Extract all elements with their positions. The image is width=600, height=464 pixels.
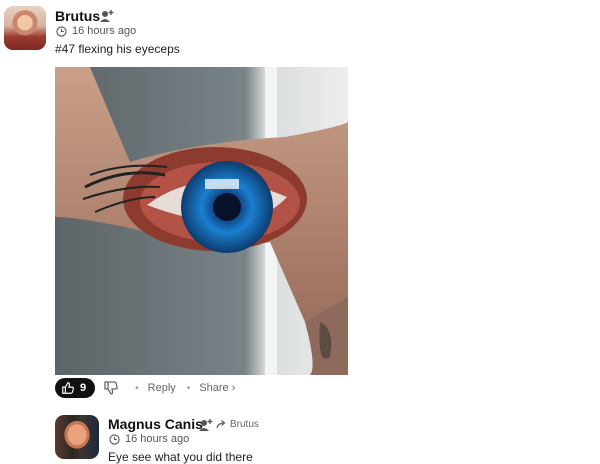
like-count: 9 [80,382,87,394]
post-timestamp-text: 16 hours ago [72,25,137,37]
person-plus-icon[interactable] [99,9,115,23]
clock-icon [109,433,120,445]
username-magnus-canis[interactable]: Magnus Canis [108,416,203,432]
post-timestamp: 16 hours ago [56,25,136,37]
separator-dot: • [186,382,191,394]
avatar-magnus-canis[interactable] [55,415,99,459]
reply-to-indicator[interactable]: Brutus [216,419,259,430]
reply-to-name[interactable]: Brutus [230,419,259,430]
person-plus-icon[interactable] [198,418,214,432]
reply-timestamp-text: 16 hours ago [125,433,190,445]
post-actions: 9 • Reply • Share › [55,377,235,399]
avatar-brutus[interactable] [4,6,46,50]
post-text: #47 flexing his eyeceps [55,42,180,56]
share-button[interactable]: Share › [199,382,235,394]
thumbs-down-icon[interactable] [103,380,119,396]
post-image[interactable] [55,67,348,375]
like-button[interactable]: 9 [55,378,96,398]
eye-tattoo-photo [55,67,348,375]
clock-icon [56,25,67,37]
separator-dot: • [135,382,139,394]
username-brutus[interactable]: Brutus [55,8,100,24]
thumbs-up-icon [62,382,74,394]
reply-text: Eye see what you did there [108,450,253,464]
reply-button[interactable]: Reply [148,382,176,394]
reply-timestamp: 16 hours ago [109,433,189,445]
reply-arrow-icon [216,420,226,429]
